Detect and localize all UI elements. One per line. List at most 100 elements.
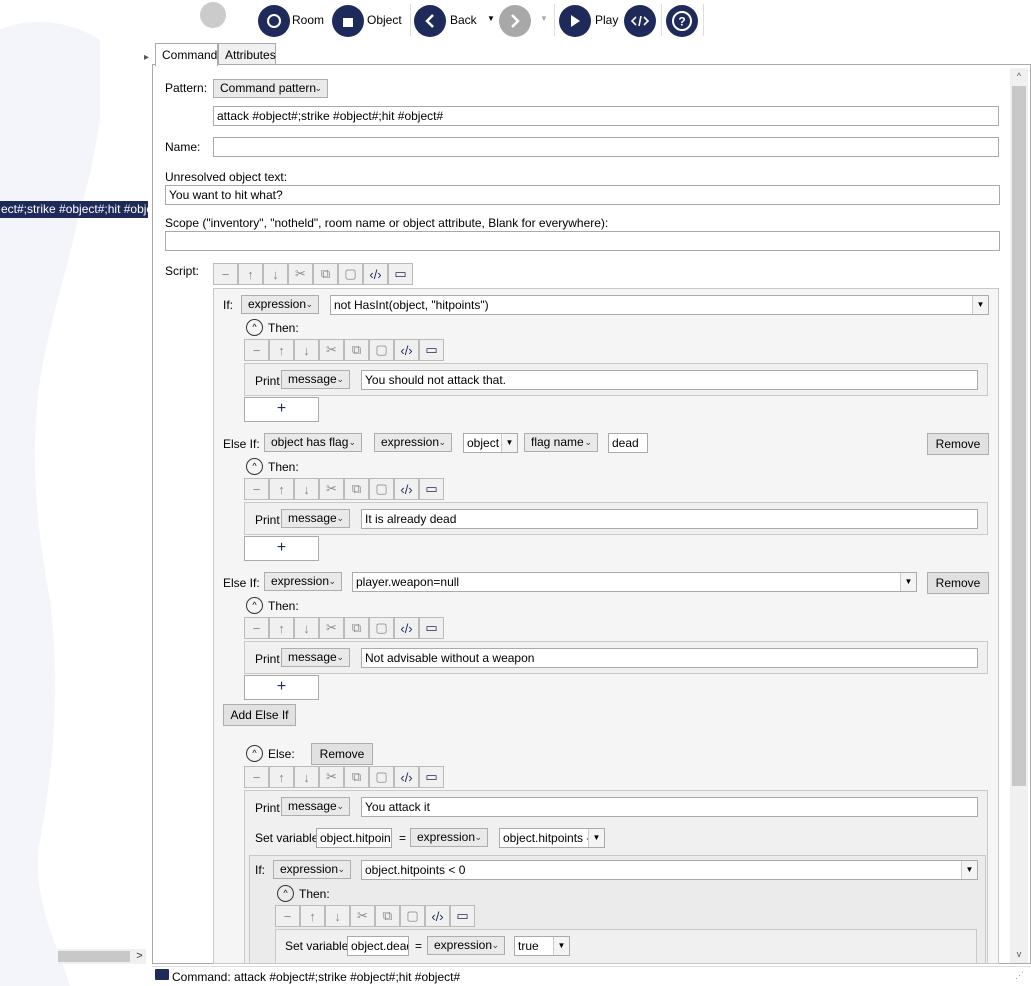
add-script-button[interactable]: + [244,397,319,422]
help-icon[interactable]: ? [666,5,698,37]
delete-icon[interactable]: − [244,478,269,500]
paste-icon[interactable]: ▢ [369,339,394,361]
move-down-icon[interactable]: ↓ [325,905,350,927]
move-up-icon[interactable]: ↑ [269,339,294,361]
cut-icon[interactable]: ✂ [288,263,313,285]
object-icon[interactable] [332,5,364,37]
paste-icon[interactable]: ▢ [400,905,425,927]
chevron-down-icon[interactable]: ▼ [501,434,517,452]
delete-icon[interactable]: − [244,339,269,361]
play-icon[interactable] [559,5,591,37]
paste-icon[interactable]: ▢ [369,766,394,788]
move-up-icon[interactable]: ↑ [269,766,294,788]
print-message-input[interactable]: You should not attack that. [361,370,978,390]
inner-if-expression-input[interactable]: object.hitpoints < 0 ▼ [361,860,978,880]
delete-icon[interactable]: − [213,263,238,285]
print-message-input[interactable]: You attack it [361,797,978,817]
move-down-icon[interactable]: ↓ [263,263,288,285]
remove-elseif-button[interactable]: Remove [927,572,989,594]
view-icon[interactable]: ▭ [419,766,444,788]
object-label[interactable]: Object [367,13,402,27]
code-icon[interactable]: ‹/› [394,766,419,788]
flag-type-dropdown[interactable]: flag name ⌄ [524,433,598,452]
view-icon[interactable]: ▭ [419,617,444,639]
elseif-type-dropdown[interactable]: object has flag ⌄ [264,433,362,452]
cut-icon[interactable]: ✂ [350,905,375,927]
copy-icon[interactable]: ⧉ [344,339,369,361]
collapse-else-icon[interactable]: ^ [246,745,263,762]
chevron-down-icon[interactable]: ▼ [588,829,604,847]
cut-icon[interactable]: ✂ [319,766,344,788]
collapse-then-icon[interactable]: ^ [277,885,294,902]
tab-attributes[interactable]: Attributes [218,43,276,65]
back-icon[interactable] [414,5,446,37]
unresolved-input[interactable]: You want to hit what? [165,185,1000,205]
move-down-icon[interactable]: ↓ [294,766,319,788]
copy-icon[interactable]: ⧉ [375,905,400,927]
code-view-icon[interactable] [624,5,656,37]
elseif-expression-input[interactable]: player.weapon=null ▼ [352,572,917,592]
print-type-dropdown[interactable]: message ⌄ [281,370,350,389]
object-combo[interactable]: object ▼ [463,433,518,453]
variable-value-combo[interactable]: object.hitpoints - 5 ▼ [499,828,605,848]
copy-icon[interactable]: ⧉ [313,263,338,285]
print-type-dropdown[interactable]: message ⌄ [281,797,350,816]
room-label[interactable]: Room [292,13,324,27]
flag-name-input[interactable]: dead [608,433,648,453]
add-else-if-button[interactable]: Add Else If [223,704,296,726]
delete-icon[interactable]: − [244,617,269,639]
elseif-type-dropdown[interactable]: expression ⌄ [264,572,342,591]
paste-icon[interactable]: ▢ [369,478,394,500]
delete-icon[interactable]: − [275,905,300,927]
print-message-input[interactable]: Not advisable without a weapon [361,648,978,668]
back-label[interactable]: Back [450,13,477,27]
variable-name-input[interactable]: object.hitpoints [316,828,392,848]
paste-icon[interactable]: ▢ [338,263,363,285]
print-type-dropdown[interactable]: message ⌄ [281,509,350,528]
add-script-button[interactable]: + [244,536,319,561]
remove-else-button[interactable]: Remove [311,743,373,765]
collapse-then-icon[interactable]: ^ [246,458,263,475]
move-up-icon[interactable]: ↑ [238,263,263,285]
if-expression-input[interactable]: not HasInt(object, "hitpoints") ▼ [330,295,989,315]
copy-icon[interactable]: ⧉ [344,617,369,639]
collapse-then-icon[interactable]: ^ [246,597,263,614]
scope-input[interactable] [165,231,1000,251]
value-type-dropdown[interactable]: expression ⌄ [410,828,488,847]
code-icon[interactable]: ‹/› [394,617,419,639]
cut-icon[interactable]: ✂ [319,617,344,639]
copy-icon[interactable]: ⧉ [344,478,369,500]
pattern-type-dropdown[interactable]: Command pattern ⌄ [213,79,328,98]
scroll-right-icon[interactable]: > [133,949,146,964]
remove-elseif-button[interactable]: Remove [927,433,989,455]
forward-dropdown-icon[interactable]: ▼ [540,14,548,23]
view-icon[interactable]: ▭ [450,905,475,927]
move-down-icon[interactable]: ↓ [294,478,319,500]
cut-icon[interactable]: ✂ [319,478,344,500]
name-input[interactable] [213,137,999,157]
paste-icon[interactable]: ▢ [369,617,394,639]
move-down-icon[interactable]: ↓ [294,339,319,361]
move-up-icon[interactable]: ↑ [269,478,294,500]
code-icon[interactable]: ‹/› [425,905,450,927]
pattern-input[interactable]: attack #object#;strike #object#;hit #obj… [213,106,999,126]
view-icon[interactable]: ▭ [419,339,444,361]
if-type-dropdown[interactable]: expression ⌄ [241,295,319,314]
scroll-up-icon[interactable]: ^ [1010,68,1028,84]
value-type-dropdown[interactable]: expression ⌄ [427,936,505,955]
tree-selected-item[interactable]: ect#;strike #object#;hit #objec [0,201,148,218]
collapse-then-icon[interactable]: ^ [246,319,263,336]
horizontal-scroll-thumb[interactable] [58,951,130,962]
chevron-down-icon[interactable]: ▼ [900,573,916,591]
print-message-input[interactable]: It is already dead [361,509,978,529]
undo-icon[interactable] [200,2,226,28]
code-icon[interactable]: ‹/› [394,478,419,500]
add-script-button[interactable]: + [244,675,319,700]
variable-name-input[interactable]: object.dead [347,936,409,956]
back-dropdown-icon[interactable]: ▼ [487,14,495,23]
forward-icon[interactable] [499,5,531,37]
move-up-icon[interactable]: ↑ [269,617,294,639]
move-up-icon[interactable]: ↑ [300,905,325,927]
variable-value-combo[interactable]: true ▼ [514,936,570,956]
chevron-down-icon[interactable]: ▼ [972,296,988,314]
